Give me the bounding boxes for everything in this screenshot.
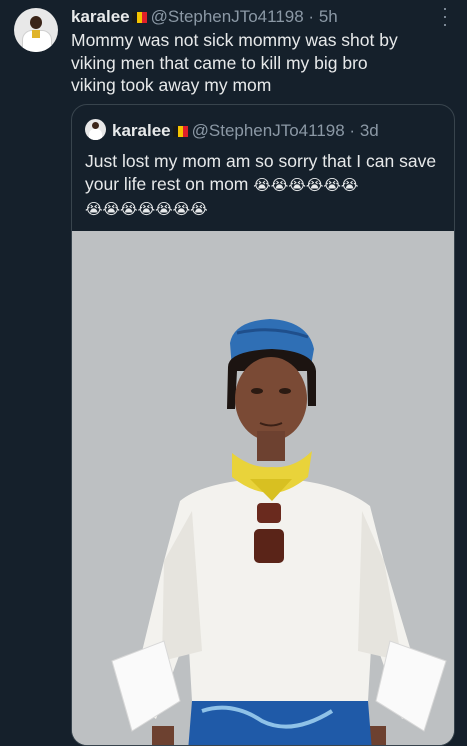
quoted-tweet-photo[interactable] bbox=[72, 231, 454, 745]
quoted-author-handle: @StephenJTo41198 bbox=[191, 121, 345, 140]
author-avatar[interactable] bbox=[14, 8, 58, 52]
more-options-icon[interactable]: · · · bbox=[437, 0, 453, 33]
quoted-tweet-text: Just lost my mom am so sorry that I can … bbox=[85, 150, 445, 221]
avatar-collar bbox=[32, 30, 40, 38]
crying-emoji-row-1: 😭😭😭😭😭😭 bbox=[253, 177, 359, 194]
woman-portrait-image bbox=[72, 231, 454, 745]
author-name[interactable]: karalee bbox=[71, 7, 130, 26]
tweet-header: karalee @StephenJTo41198 · 5h bbox=[71, 6, 338, 28]
quoted-tweet-timestamp: 3d bbox=[359, 121, 379, 140]
quoted-author-avatar bbox=[85, 119, 106, 140]
quoted-author-name: karalee bbox=[112, 121, 171, 140]
avatar-head bbox=[30, 16, 42, 29]
quoted-tweet-header: karalee @StephenJTo41198 · 3d bbox=[85, 119, 379, 141]
tweet-text: Mommy was not sick mommy was shot by vik… bbox=[71, 30, 398, 95]
quoted-tweet[interactable]: karalee @StephenJTo41198 · 3d Just lost m… bbox=[71, 104, 455, 746]
separator-dot: · bbox=[349, 121, 356, 140]
tweet-timestamp[interactable]: 5h bbox=[319, 7, 338, 26]
author-handle[interactable]: @StephenJTo41198 bbox=[151, 7, 304, 26]
separator-dot: · bbox=[308, 7, 315, 26]
flag-icon bbox=[131, 12, 147, 23]
flag-icon bbox=[172, 126, 188, 137]
crying-emoji-row-2: 😭😭😭😭😭😭😭 bbox=[85, 201, 208, 218]
